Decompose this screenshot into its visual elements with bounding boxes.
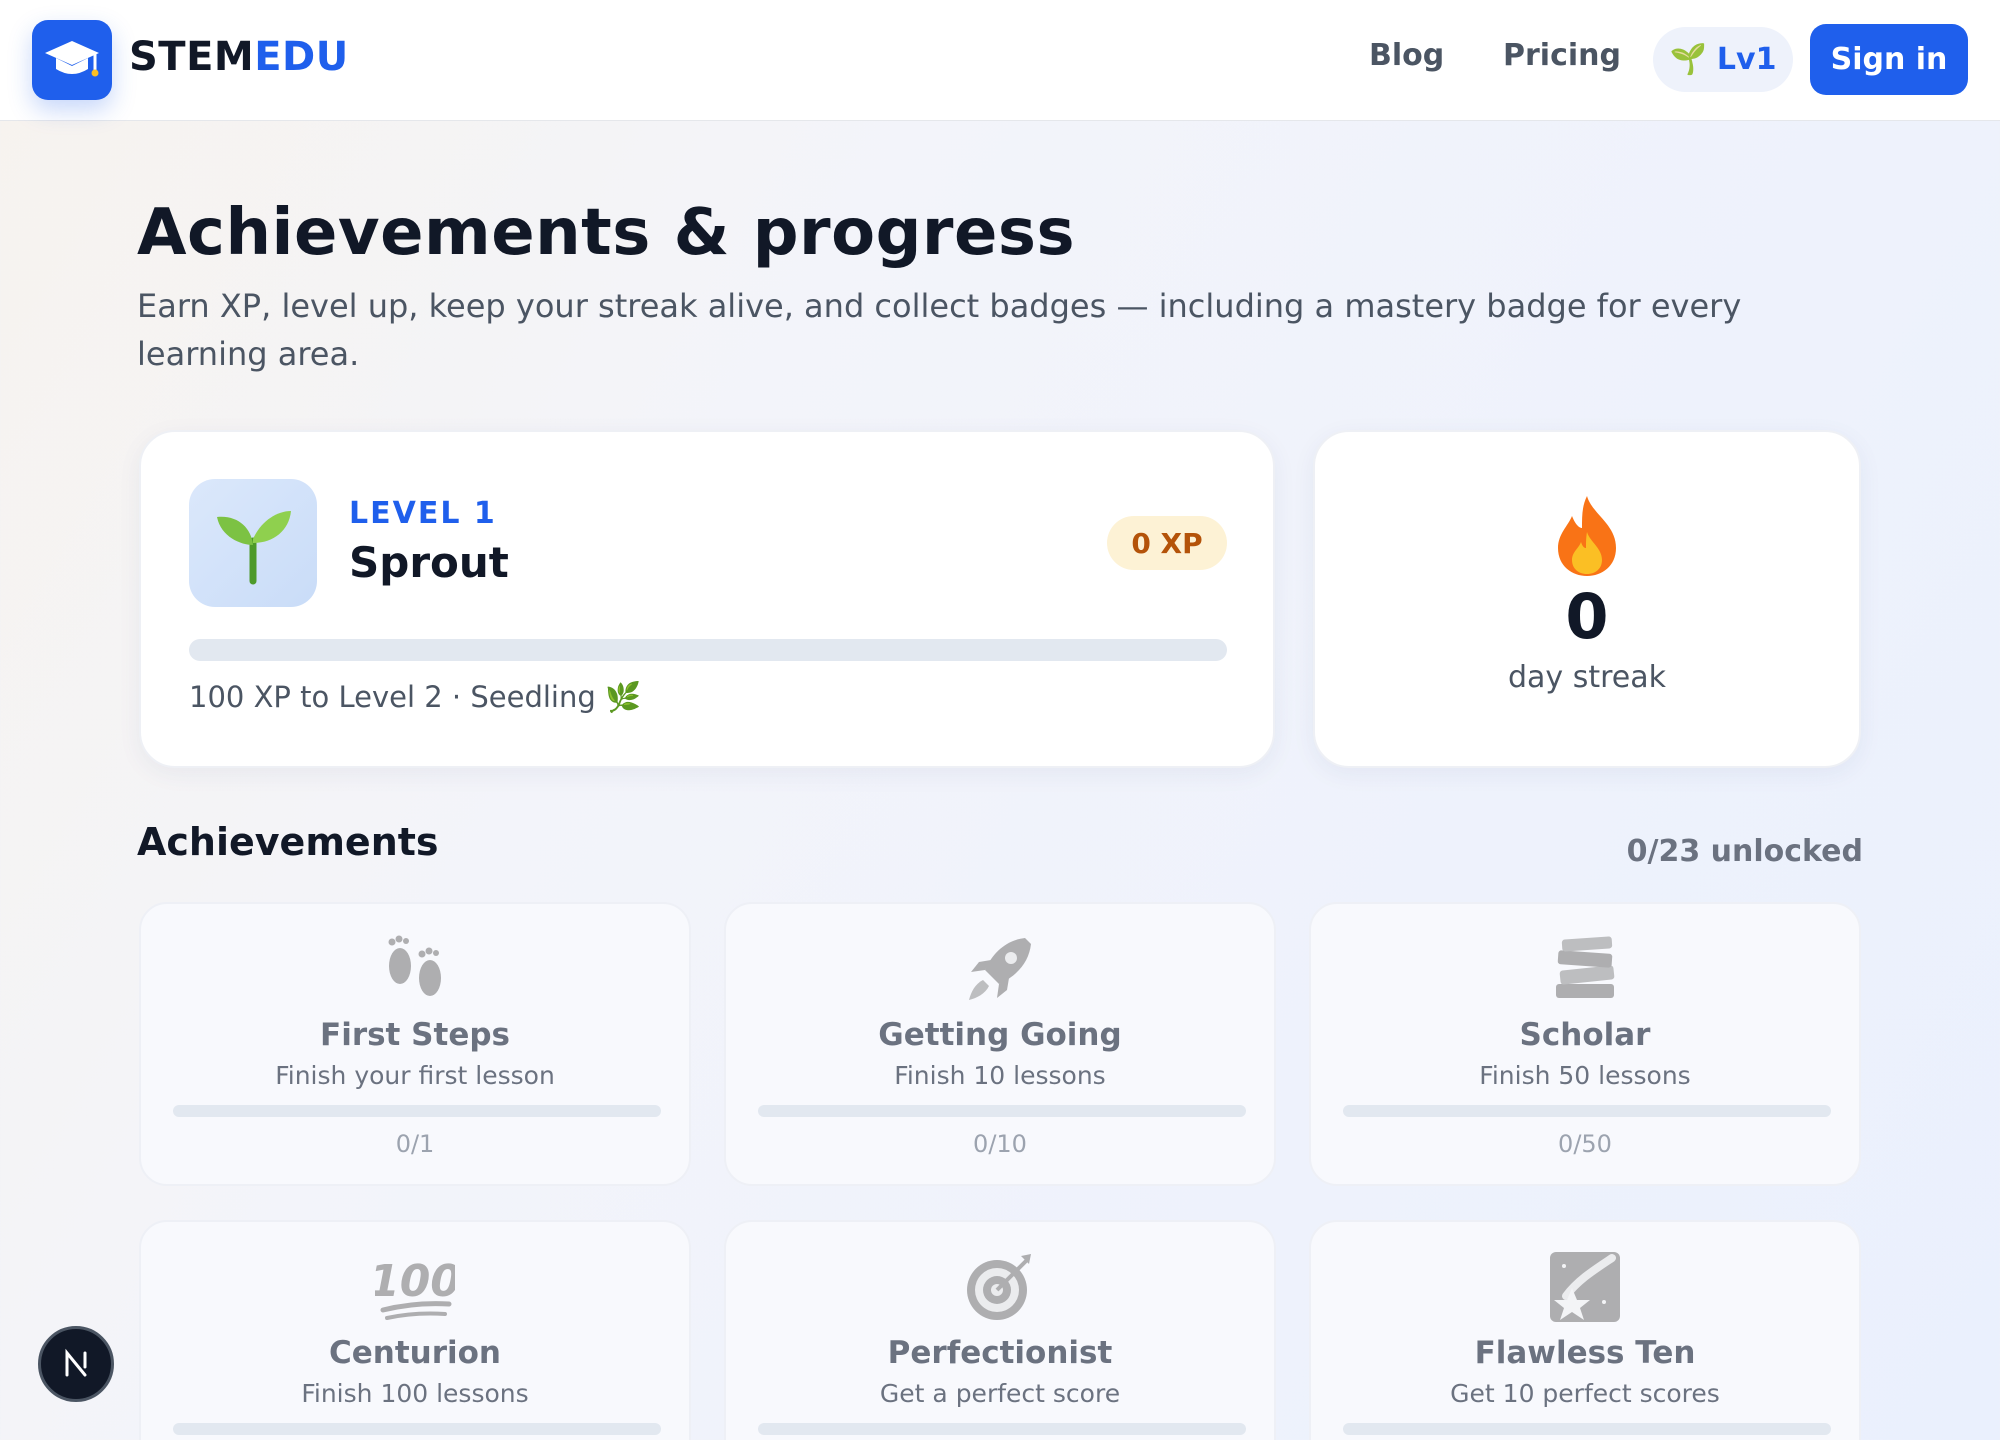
achievements-heading: Achievements (137, 820, 439, 864)
nav-pricing-link[interactable]: Pricing (1503, 38, 1621, 73)
sign-in-button[interactable]: Sign in (1810, 24, 1968, 95)
top-header: STEMEDU Blog Pricing 🌱 Lv1 Sign in (0, 0, 2000, 121)
n-logo-icon (65, 1348, 87, 1377)
achievement-progress-bar (1343, 1105, 1831, 1117)
achievement-progress-bar (758, 1423, 1246, 1435)
achievement-title: Scholar (1519, 1017, 1651, 1053)
graduation-cap-icon (45, 41, 99, 77)
level-label: LEVEL 1 (349, 496, 497, 531)
nav-blog-link[interactable]: Blog (1369, 38, 1444, 73)
nextjs-dev-badge[interactable] (38, 1326, 114, 1402)
achievement-desc: Finish your first lesson (275, 1061, 555, 1090)
achievement-progress-bar (173, 1423, 661, 1435)
achievements-unlocked-count: 0/23 unlocked (1626, 834, 1863, 869)
achievement-title: First Steps (320, 1017, 510, 1053)
rocket-icon (726, 932, 1274, 1006)
shooting-star-icon (1311, 1250, 1859, 1324)
achievement-card[interactable]: Getting Going Finish 10 lessons 0/10 (724, 902, 1276, 1186)
sprout-icon: 🌱 (1669, 42, 1707, 77)
achievement-progress-bar (173, 1105, 661, 1117)
logo[interactable] (32, 20, 112, 100)
level-pill[interactable]: 🌱 Lv1 (1653, 27, 1793, 92)
achievement-title: Getting Going (878, 1017, 1122, 1053)
xp-badge: 0 XP (1107, 516, 1227, 570)
achievement-title: Perfectionist (887, 1335, 1113, 1371)
level-name: Sprout (349, 538, 509, 587)
streak-count: 0 (1565, 580, 1609, 653)
achievement-desc: Finish 50 lessons (1479, 1061, 1691, 1090)
streak-label: day streak (1508, 660, 1666, 695)
achievement-progress-bar (758, 1105, 1246, 1117)
books-icon (1311, 932, 1859, 1006)
achievement-desc: Finish 10 lessons (894, 1061, 1106, 1090)
next-level-text: 100 XP to Level 2 · Seedling 🌿 (189, 680, 642, 714)
achievement-progress: 0/1 (395, 1130, 435, 1158)
achievement-title: Centurion (328, 1335, 501, 1371)
target-icon (726, 1250, 1274, 1324)
brand-name[interactable]: STEMEDU (129, 34, 349, 80)
streak-card: 0 day streak (1313, 430, 1861, 768)
achievement-card[interactable]: Flawless Ten Get 10 perfect scores (1309, 1220, 1861, 1440)
footprints-icon (141, 932, 689, 1006)
achievement-progress-bar (1343, 1423, 1831, 1435)
level-icon-box (189, 479, 317, 607)
achievement-title: Flawless Ten (1474, 1335, 1696, 1371)
hundred-icon: 100 (141, 1250, 689, 1324)
level-pill-label: Lv1 (1716, 42, 1777, 77)
level-card: LEVEL 1 Sprout 0 XP 100 XP to Level 2 · … (139, 430, 1275, 768)
page-subtitle: Earn XP, level up, keep your streak aliv… (137, 287, 1742, 373)
brand-part-stem: STEM (129, 34, 255, 80)
flame-icon (1315, 494, 1859, 582)
achievement-card[interactable]: Perfectionist Get a perfect score (724, 1220, 1276, 1440)
xp-progress-bar (189, 639, 1227, 661)
svg-text:100: 100 (375, 1256, 455, 1307)
achievement-desc: Get 10 perfect scores (1450, 1379, 1720, 1408)
achievement-progress: 0/10 (973, 1130, 1027, 1158)
achievement-progress: 0/50 (1558, 1130, 1612, 1158)
sprout-icon (217, 511, 291, 585)
achievement-desc: Finish 100 lessons (301, 1379, 529, 1408)
achievement-card[interactable]: 100 Centurion Finish 100 lessons (139, 1220, 691, 1440)
achievement-desc: Get a perfect score (879, 1379, 1121, 1408)
achievement-card[interactable]: Scholar Finish 50 lessons 0/50 (1309, 902, 1861, 1186)
achievement-card[interactable]: First Steps Finish your first lesson 0/1 (139, 902, 691, 1186)
page-title: Achievements & progress (137, 196, 1076, 270)
brand-part-edu: EDU (254, 34, 349, 80)
